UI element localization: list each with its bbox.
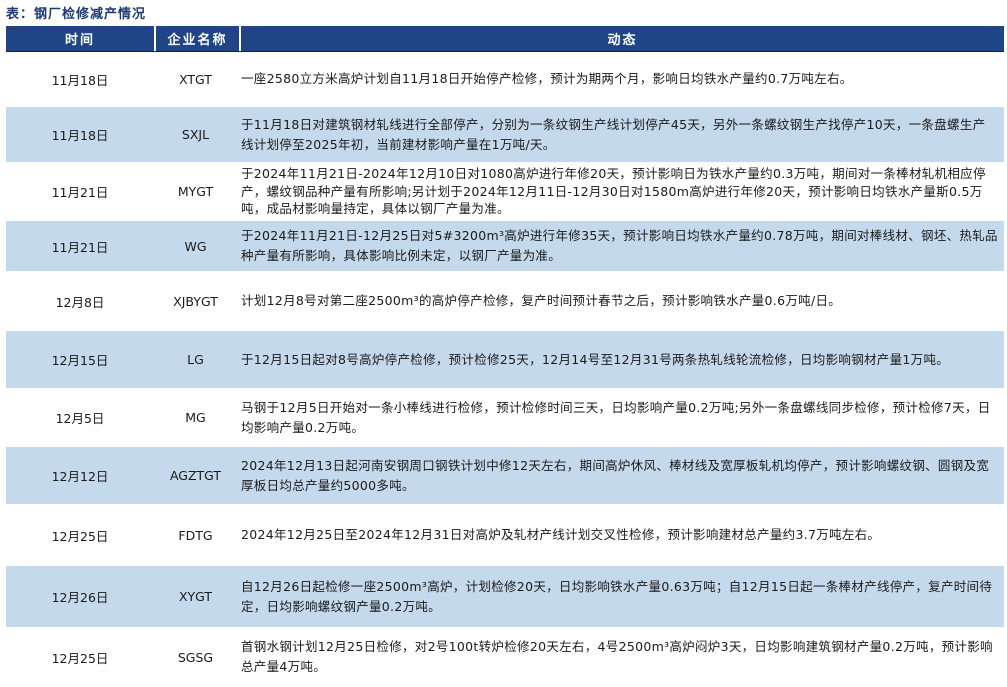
table-row: 12月15日 LG 于12月15日起对8号高炉停产检修，预计检修25天，12月1…	[6, 331, 1004, 389]
table-row: 11月21日 MYGT 于2024年11月21日-2024年12月10日对108…	[6, 163, 1004, 221]
table-row: 12月12日 AGZTGT 2024年12月13日起河南安钢周口钢铁计划中修12…	[6, 447, 1004, 505]
table-row: 12月8日 XJBYGT 计划12月8号对第二座2500m³的高炉停产检修，复产…	[6, 272, 1004, 331]
cell-dynamic: 首钢水钢计划12月25日检修，对2号100t转炉检修20天左右，4号2500m³…	[241, 639, 993, 674]
cell-dynamic: 马钢于12月5日开始对一条小棒线进行检修，预计检修时间三天，日均影响产量0.2万…	[241, 399, 991, 435]
cell-time: 12月25日	[51, 650, 109, 666]
header-time: 时间	[64, 33, 95, 48]
cell-time: 12月26日	[51, 590, 109, 605]
table-row: 11月18日 SXJL 于11月18日对建筑钢材轧线进行全部停产，分别为一条纹钢…	[6, 107, 1004, 163]
cell-time: 11月18日	[51, 128, 109, 143]
table-row: 12月25日 SGSG 首钢水钢计划12月25日检修，对2号100t转炉检修20…	[6, 628, 1004, 687]
cell-time: 12月12日	[51, 469, 109, 484]
table-row: 11月18日 XTGT 一座2580立方米高炉计划自11月18日开始停产检修，预…	[6, 52, 1004, 107]
table-row: 12月26日 XYGT 自12月26日起检修一座2500m³高炉，计划检修20天…	[6, 566, 1004, 628]
maintenance-table: 时间 企业名称 动态 11月18日 XTGT 一座2580立方米高炉计划自11月…	[6, 26, 1004, 687]
cell-time: 11月21日	[51, 185, 109, 200]
cell-company: LG	[187, 352, 204, 367]
cell-company: MG	[185, 410, 206, 425]
cell-time: 12月8日	[55, 294, 105, 310]
cell-company: XTGT	[179, 71, 212, 87]
table-row: 12月5日 MG 马钢于12月5日开始对一条小棒线进行检修，预计检修时间三天，日…	[6, 389, 1004, 447]
cell-dynamic: 于2024年11月21日-2024年12月10日对1080高炉进行年修20天，预…	[241, 166, 986, 217]
cell-time: 11月18日	[51, 72, 109, 88]
cell-dynamic: 自12月26日起检修一座2500m³高炉，计划检修20天，日均影响铁水产量0.6…	[241, 578, 993, 614]
header-company: 企业名称	[154, 26, 239, 51]
table-row: 11月21日 WG 于2024年11月21日-12月25日对5#3200m³高炉…	[6, 221, 1004, 272]
cell-company: AGZTGT	[169, 468, 222, 483]
cell-company: XJBYGT	[173, 293, 218, 309]
cell-company: SGSG	[177, 649, 214, 665]
cell-time: 12月15日	[51, 353, 109, 368]
cell-dynamic: 于11月18日对建筑钢材轧线进行全部停产，分别为一条纹钢生产线计划停产45天，另…	[241, 116, 986, 152]
cell-company: XYGT	[178, 589, 213, 604]
header-dynamic: 动态	[239, 26, 1004, 51]
cell-company: FDTG	[178, 527, 213, 543]
cell-dynamic: 2024年12月25日至2024年12月31日对高炉及轧材产线计划交叉性检修，预…	[241, 527, 881, 542]
cell-time: 12月5日	[55, 411, 105, 426]
table-caption: 表：钢厂检修减产情况	[6, 7, 147, 22]
cell-company: MYGT	[177, 184, 214, 199]
cell-dynamic: 计划12月8号对第二座2500m³的高炉停产检修，复产时间预计春节之后，预计影响…	[241, 293, 842, 308]
cell-dynamic: 于2024年11月21日-12月25日对5#3200m³高炉进行年修35天，预计…	[241, 228, 998, 263]
cell-company: SXJL	[181, 127, 210, 142]
cell-company: WG	[184, 238, 207, 254]
cell-time: 12月25日	[51, 528, 109, 544]
cell-dynamic: 一座2580立方米高炉计划自11月18日开始停产检修，预计为期两个月，影响日均铁…	[241, 71, 853, 86]
table-header: 时间 企业名称 动态	[6, 26, 1004, 52]
cell-dynamic: 于12月15日起对8号高炉停产检修，预计检修25天，12月14号至12月31号两…	[241, 351, 950, 367]
cell-dynamic: 2024年12月13日起河南安钢周口钢铁计划中修12天左右，期间高炉休风、棒材线…	[241, 457, 990, 493]
cell-time: 11月21日	[51, 239, 109, 255]
table-row: 12月25日 FDTG 2024年12月25日至2024年12月31日对高炉及轧…	[6, 505, 1004, 566]
